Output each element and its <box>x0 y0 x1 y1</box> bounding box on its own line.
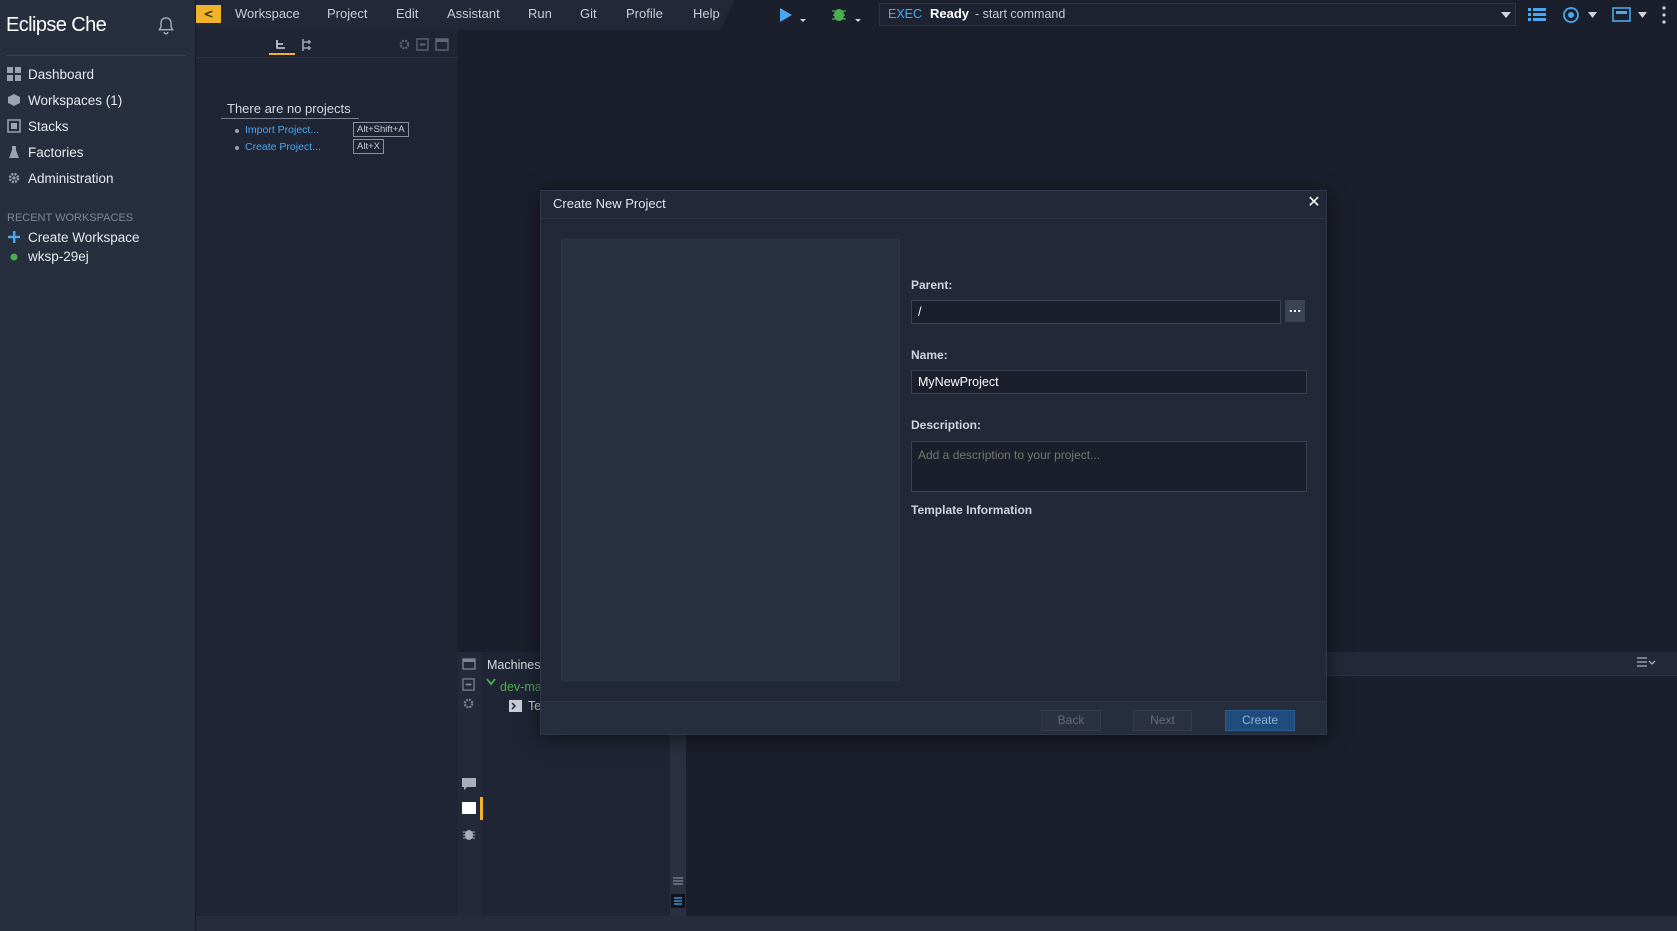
terminal-panel-icon[interactable] <box>461 801 477 815</box>
sidebar-item-label: Administration <box>28 170 114 186</box>
recent-workspaces-title: RECENT WORKSPACES <box>7 212 134 224</box>
back-button[interactable]: Back <box>1041 710 1101 731</box>
parent-label: Parent: <box>911 278 953 292</box>
debug-icon[interactable] <box>829 5 863 25</box>
target-icon[interactable] <box>1562 6 1598 24</box>
template-info-title: Template Information <box>911 503 1033 517</box>
create-project-dialog: Create New Project ✕ Parent: / ... Name:… <box>540 190 1327 735</box>
dialog-header-divider <box>541 218 1326 219</box>
dashboard-icon <box>7 67 21 81</box>
tree-view-icon[interactable] <box>269 36 295 56</box>
list-bullet <box>235 129 239 133</box>
sidebar-item-label: wksp-29ej <box>28 248 89 264</box>
close-icon[interactable]: ✕ <box>1305 193 1323 211</box>
template-list[interactable] <box>561 239 900 681</box>
next-button[interactable]: Next <box>1133 710 1192 731</box>
menu-assistant[interactable]: Assistant <box>447 6 500 21</box>
wrap-lines-icon[interactable] <box>671 876 685 886</box>
sidebar-item-administration[interactable]: Administration <box>7 167 114 189</box>
import-project-shortcut: Alt+Shift+A <box>353 122 409 137</box>
sidebar-divider <box>6 55 186 56</box>
sidebar-item-stacks[interactable]: Stacks <box>7 115 69 137</box>
menu-git[interactable]: Git <box>580 6 597 21</box>
workspaces-icon <box>8 94 20 106</box>
hierarchy-icon[interactable] <box>300 37 316 53</box>
scroll-end-icon[interactable] <box>671 894 685 908</box>
create-project-shortcut: Alt+X <box>353 139 384 154</box>
minimize-panel-icon[interactable] <box>416 38 429 51</box>
dialog-title: Create New Project <box>553 196 666 211</box>
name-input[interactable]: MyNewProject <box>911 370 1307 394</box>
panel-menu-icon[interactable] <box>1636 656 1656 668</box>
stacks-icon <box>7 119 21 133</box>
dialog-footer <box>541 701 1326 734</box>
collapse-sidebar-button[interactable]: < <box>196 5 221 23</box>
minimize-panel-icon[interactable] <box>462 678 475 691</box>
status-dot-icon <box>10 253 18 261</box>
bell-icon[interactable] <box>155 15 177 37</box>
sidebar-item-workspaces[interactable]: Workspaces (1) <box>7 89 122 111</box>
sidebar-item-factories[interactable]: Factories <box>7 141 84 163</box>
dev-machine-item[interactable]: dev-ma <box>500 680 542 694</box>
more-vertical-icon[interactable] <box>1660 4 1668 26</box>
recent-workspace-item[interactable]: wksp-29ej <box>7 245 89 267</box>
menu-run[interactable]: Run <box>528 6 552 21</box>
gear-icon[interactable] <box>462 697 475 710</box>
plus-icon <box>8 231 20 243</box>
chevron-down-icon[interactable] <box>1500 10 1512 20</box>
parent-input[interactable]: / <box>911 300 1281 324</box>
browse-parent-button[interactable]: ... <box>1285 300 1305 322</box>
start-command-text: - start command <box>975 7 1066 21</box>
menu-help[interactable]: Help <box>693 6 720 21</box>
chat-icon[interactable] <box>461 777 477 791</box>
menu-project[interactable]: Project <box>327 6 367 21</box>
factories-icon <box>9 146 19 158</box>
menu-edit[interactable]: Edit <box>396 6 418 21</box>
panel-layout-icon[interactable] <box>462 658 476 670</box>
gear-icon[interactable] <box>398 38 411 51</box>
active-indicator <box>480 797 483 820</box>
list-icon[interactable] <box>1527 7 1547 23</box>
brand-logo[interactable]: Eclipse Che <box>6 14 107 37</box>
maximize-panel-icon[interactable] <box>435 38 449 51</box>
create-button[interactable]: Create <box>1225 710 1295 731</box>
list-bullet <box>235 146 239 150</box>
name-label: Name: <box>911 348 948 362</box>
gear-icon <box>8 172 20 184</box>
menu-profile[interactable]: Profile <box>626 6 663 21</box>
exec-label: EXEC <box>888 7 923 21</box>
run-icon[interactable] <box>778 6 808 24</box>
description-label: Description: <box>911 418 982 432</box>
create-project-link[interactable]: Create Project... <box>245 141 321 153</box>
panel-scrollbar[interactable] <box>670 735 686 916</box>
sidebar-item-label: Dashboard <box>28 66 95 82</box>
project-explorer <box>196 30 458 916</box>
terminal-icon <box>509 700 522 712</box>
layout-icon[interactable] <box>1612 6 1650 24</box>
sidebar-item-label: Create Workspace <box>28 229 140 245</box>
bug-icon[interactable] <box>461 827 477 841</box>
machines-title: Machines <box>487 658 541 672</box>
no-projects-title: There are no projects <box>221 101 359 119</box>
chevron-down-icon[interactable] <box>485 676 497 688</box>
description-input[interactable] <box>911 441 1307 492</box>
status-bar <box>196 916 1677 931</box>
sidebar-item-label: Factories <box>28 144 84 160</box>
sidebar-item-label: Workspaces (1) <box>28 92 123 108</box>
menu-workspace[interactable]: Workspace <box>235 6 300 21</box>
sidebar-item-label: Stacks <box>28 118 69 134</box>
status-ready: Ready <box>930 6 970 21</box>
import-project-link[interactable]: Import Project... <box>245 124 319 136</box>
left-sidebar <box>0 0 196 931</box>
sidebar-item-dashboard[interactable]: Dashboard <box>7 63 94 85</box>
